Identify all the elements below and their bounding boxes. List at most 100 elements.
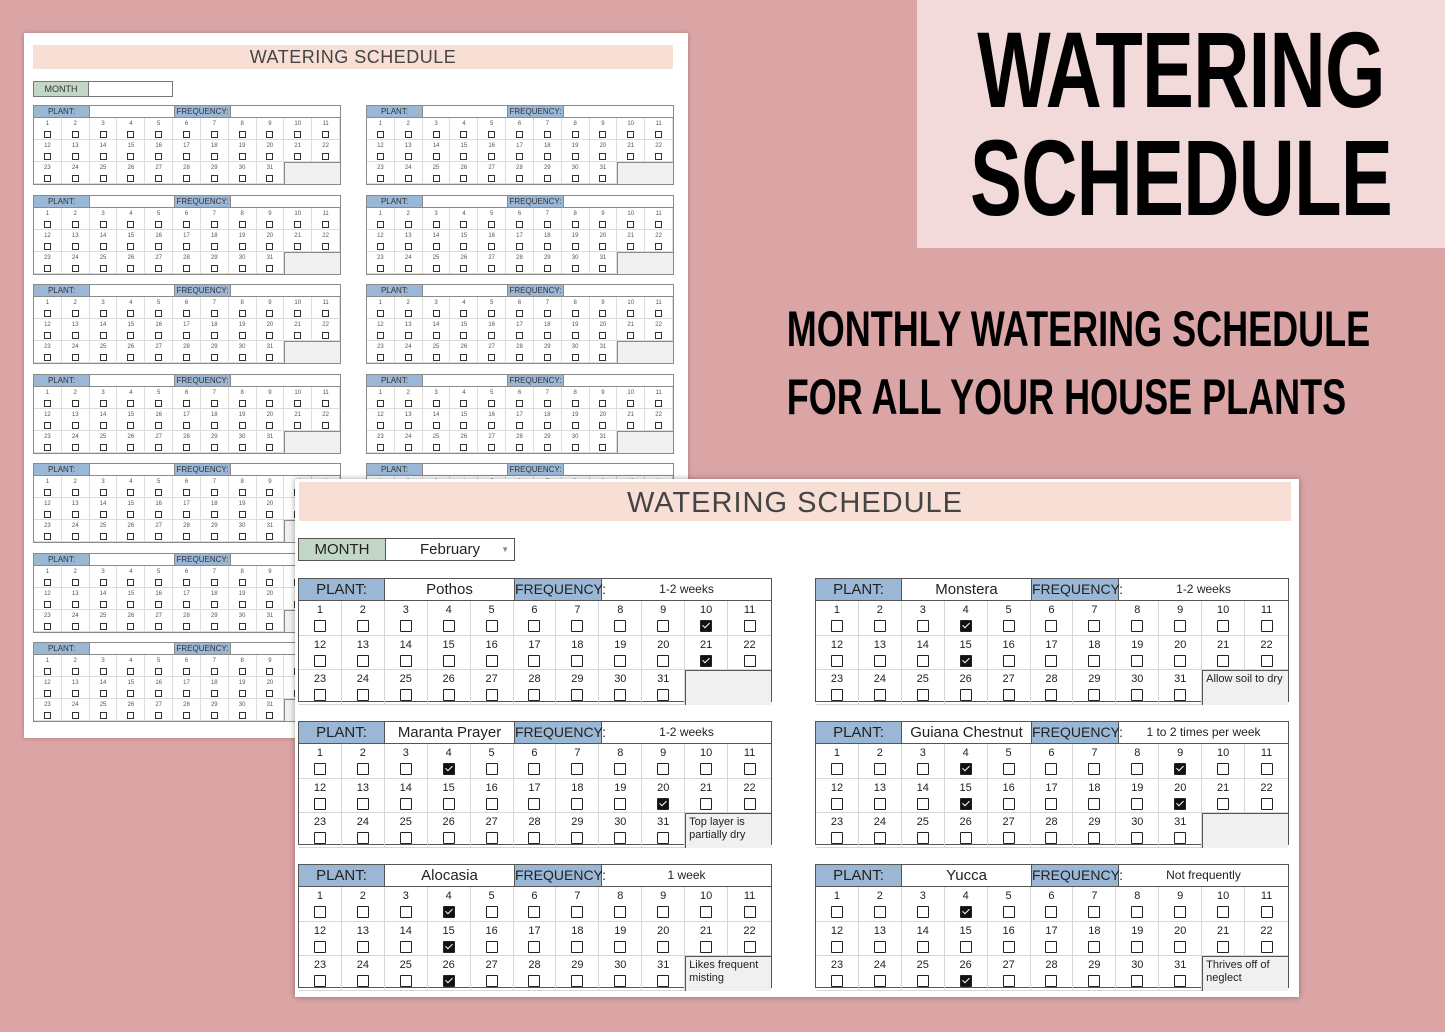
checked-checkbox[interactable]	[959, 654, 972, 667]
watering-checkbox[interactable]	[571, 763, 584, 775]
watering-checkbox[interactable]	[399, 906, 412, 918]
watering-checkbox[interactable]	[873, 832, 886, 844]
watering-checkbox[interactable]	[1131, 975, 1144, 987]
watering-checkbox[interactable]	[873, 763, 886, 775]
watering-checkbox[interactable]	[959, 832, 972, 844]
watering-checkbox[interactable]	[1002, 940, 1015, 953]
watering-checkbox[interactable]	[485, 940, 498, 953]
checked-checkbox[interactable]	[959, 620, 972, 632]
watering-checkbox[interactable]	[485, 763, 498, 775]
frequency-field[interactable]: 1-2 weeks	[602, 579, 771, 600]
watering-checkbox[interactable]	[614, 940, 627, 953]
watering-checkbox[interactable]	[700, 763, 713, 775]
watering-checkbox[interactable]	[485, 689, 498, 701]
watering-checkbox[interactable]	[1045, 797, 1058, 810]
watering-checkbox[interactable]	[1131, 689, 1144, 701]
plant-name-field[interactable]: Guiana Chestnut	[902, 722, 1032, 743]
watering-checkbox[interactable]	[399, 975, 412, 987]
checked-checkbox[interactable]	[959, 763, 972, 775]
plant-name-field[interactable]: Alocasia	[385, 865, 515, 886]
watering-checkbox[interactable]	[916, 763, 929, 775]
watering-checkbox[interactable]	[916, 689, 929, 701]
watering-checkbox[interactable]	[1174, 975, 1187, 987]
watering-checkbox[interactable]	[1088, 906, 1101, 918]
plant-name-field[interactable]: Pothos	[385, 579, 515, 600]
watering-checkbox[interactable]	[657, 620, 670, 632]
watering-checkbox[interactable]	[1045, 763, 1058, 775]
watering-checkbox[interactable]	[571, 620, 584, 632]
watering-checkbox[interactable]	[1088, 975, 1101, 987]
checked-checkbox[interactable]	[1174, 797, 1187, 810]
watering-checkbox[interactable]	[614, 763, 627, 775]
watering-checkbox[interactable]	[1088, 654, 1101, 667]
watering-checkbox[interactable]	[657, 689, 670, 701]
watering-checkbox[interactable]	[959, 940, 972, 953]
watering-checkbox[interactable]	[356, 654, 369, 667]
watering-checkbox[interactable]	[1002, 689, 1015, 701]
watering-checkbox[interactable]	[485, 906, 498, 918]
watering-checkbox[interactable]	[313, 797, 326, 810]
watering-checkbox[interactable]	[571, 689, 584, 701]
watering-checkbox[interactable]	[873, 975, 886, 987]
checked-checkbox[interactable]	[700, 654, 713, 667]
watering-checkbox[interactable]	[1131, 620, 1144, 632]
watering-checkbox[interactable]	[830, 763, 843, 775]
watering-checkbox[interactable]	[873, 906, 886, 918]
watering-checkbox[interactable]	[700, 940, 713, 953]
watering-checkbox[interactable]	[1045, 620, 1058, 632]
watering-checkbox[interactable]	[356, 763, 369, 775]
watering-checkbox[interactable]	[1174, 940, 1187, 953]
watering-checkbox[interactable]	[528, 940, 541, 953]
watering-checkbox[interactable]	[916, 940, 929, 953]
watering-checkbox[interactable]	[743, 797, 756, 810]
checked-checkbox[interactable]	[442, 906, 455, 918]
watering-checkbox[interactable]	[657, 940, 670, 953]
watering-checkbox[interactable]	[485, 620, 498, 632]
watering-checkbox[interactable]	[1174, 689, 1187, 701]
dropdown-arrow-icon[interactable]: ▼	[501, 539, 509, 560]
watering-checkbox[interactable]	[830, 975, 843, 987]
watering-checkbox[interactable]	[356, 620, 369, 632]
watering-checkbox[interactable]	[399, 620, 412, 632]
watering-checkbox[interactable]	[830, 620, 843, 632]
watering-checkbox[interactable]	[1217, 797, 1230, 810]
watering-checkbox[interactable]	[614, 906, 627, 918]
watering-checkbox[interactable]	[614, 654, 627, 667]
watering-checkbox[interactable]	[1174, 906, 1187, 918]
watering-checkbox[interactable]	[1088, 940, 1101, 953]
watering-checkbox[interactable]	[442, 797, 455, 810]
watering-checkbox[interactable]	[614, 975, 627, 987]
watering-checkbox[interactable]	[873, 620, 886, 632]
watering-checkbox[interactable]	[1260, 906, 1273, 918]
watering-checkbox[interactable]	[1217, 654, 1230, 667]
watering-checkbox[interactable]	[959, 689, 972, 701]
watering-checkbox[interactable]	[614, 797, 627, 810]
watering-checkbox[interactable]	[399, 940, 412, 953]
watering-checkbox[interactable]	[743, 620, 756, 632]
watering-checkbox[interactable]	[1002, 654, 1015, 667]
plant-name-field[interactable]: Maranta Prayer	[385, 722, 515, 743]
watering-checkbox[interactable]	[743, 654, 756, 667]
watering-checkbox[interactable]	[313, 906, 326, 918]
watering-checkbox[interactable]	[528, 832, 541, 844]
checked-checkbox[interactable]	[1174, 763, 1187, 775]
watering-checkbox[interactable]	[743, 906, 756, 918]
watering-checkbox[interactable]	[1131, 940, 1144, 953]
watering-checkbox[interactable]	[399, 689, 412, 701]
watering-checkbox[interactable]	[571, 975, 584, 987]
plant-note[interactable]	[1202, 813, 1288, 848]
watering-checkbox[interactable]	[1131, 654, 1144, 667]
checked-checkbox[interactable]	[657, 797, 670, 810]
watering-checkbox[interactable]	[1174, 620, 1187, 632]
frequency-field[interactable]: Not frequently	[1119, 865, 1288, 886]
watering-checkbox[interactable]	[1260, 654, 1273, 667]
watering-checkbox[interactable]	[571, 832, 584, 844]
watering-checkbox[interactable]	[1131, 763, 1144, 775]
watering-checkbox[interactable]	[313, 832, 326, 844]
watering-checkbox[interactable]	[657, 654, 670, 667]
watering-checkbox[interactable]	[1045, 832, 1058, 844]
watering-checkbox[interactable]	[356, 906, 369, 918]
watering-checkbox[interactable]	[1217, 940, 1230, 953]
watering-checkbox[interactable]	[614, 832, 627, 844]
watering-checkbox[interactable]	[830, 940, 843, 953]
